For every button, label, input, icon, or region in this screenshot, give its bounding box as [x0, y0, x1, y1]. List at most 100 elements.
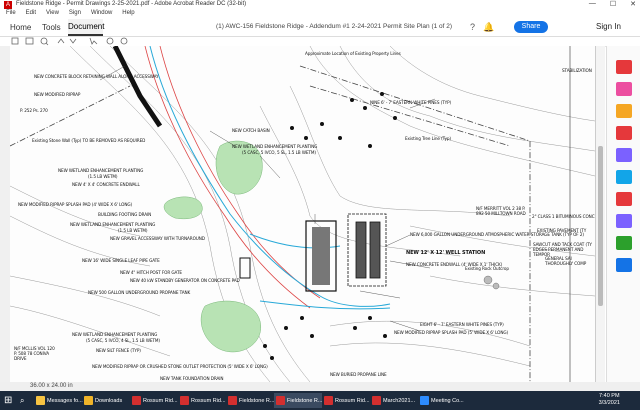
taskbar-item-fieldstone-2[interactable]: Fieldstone R...: [274, 393, 322, 408]
label-wetland-4-sub: (5 CASC, 5 IVCO, 4 SL, 1.5 LB WETM): [86, 338, 160, 343]
create-pdf-icon[interactable]: [616, 104, 632, 118]
label-parcel-left-2: N/F MCLLIS VOL 120 P. 508 78 CONIVA DRIV…: [14, 346, 55, 361]
start-button[interactable]: ⊞: [2, 393, 14, 408]
menu-help[interactable]: Help: [122, 10, 134, 19]
label-wetland-1-sub: (5 CASC, 5 IVCO, 5 SL, 1.5 LB WETM): [242, 150, 316, 155]
combine-files-icon[interactable]: [616, 148, 632, 162]
menu-bar: File Edit View Sign Window Help: [0, 10, 640, 19]
label-endwall-1: NEW 4' X 4' CONCRETE ENDWALL: [72, 182, 140, 187]
label-pines-1: NINE 6' - 7' EASTERN WHITE PINES (TYP): [370, 100, 452, 105]
taskbar-label: Downloads: [95, 397, 123, 404]
zoom-in-icon: [120, 37, 128, 45]
label-retaining-wall: NEW CONCRETE BLOCK RETAINING WALL ALONG …: [34, 74, 159, 79]
taskbar-label: Fieldstone R...: [287, 397, 323, 404]
label-gate: NEW 16' WIDE SINGLE LEAF PIPE GATE: [82, 258, 160, 263]
print-icon: [25, 37, 34, 45]
export-pdf-icon[interactable]: [616, 60, 632, 74]
taskbar-label: Rossum Rid...: [335, 397, 370, 404]
system-clock[interactable]: 7:40 PM 3/3/2021: [599, 393, 620, 407]
menu-view[interactable]: View: [46, 10, 59, 19]
label-rock-outcrop: Existing Rock Outcrop: [465, 266, 509, 271]
folder-icon: [84, 396, 93, 405]
label-general: GENERAL SAI THOROUGHLY COMP: [545, 256, 587, 266]
taskbar-item-messages[interactable]: Messages fo...: [34, 393, 83, 408]
mail-icon: [36, 396, 45, 405]
taskbar-label: Messages fo...: [47, 397, 83, 404]
label-propane-tank: NEW 500 GALLON UNDERGROUND PROPANE TANK: [88, 290, 191, 295]
label-tree-line: Existing Tree Line (Typ): [405, 136, 451, 141]
label-wetland-2: NEW WETLAND ENHANCEMENT PLANTING: [58, 168, 144, 173]
protect-icon[interactable]: [616, 214, 632, 228]
tab-tools[interactable]: Tools: [42, 23, 61, 32]
page-size-readout: 36.00 x 24.00 in: [30, 383, 73, 389]
search-button[interactable]: ⌕: [18, 393, 26, 408]
organize-pages-icon[interactable]: [616, 170, 632, 184]
menu-edit[interactable]: Edit: [26, 10, 36, 19]
pdf-page-view[interactable]: NEW CONCRETE BLOCK RETAINING WALL ALONG …: [10, 46, 596, 382]
pdf-icon: [228, 396, 237, 405]
label-footing-drain: BUILDING FOOTING DRAIN: [98, 212, 152, 217]
right-tools-panel: [606, 46, 640, 382]
taskbar-item-downloads[interactable]: Downloads: [82, 393, 130, 408]
window-title: Fieldstone Ridge - Permit Drawings 2-25-…: [16, 1, 247, 7]
vertical-scrollbar[interactable]: [596, 46, 605, 382]
more-tools-icon[interactable]: [616, 258, 632, 272]
sign-in-button[interactable]: Sign In: [596, 22, 621, 31]
taskbar-item-meeting[interactable]: Meeting Co...: [418, 393, 470, 408]
maximize-button[interactable]: ☐: [610, 0, 616, 8]
label-sawcut: SAWCUT AND TACK COAT (TY EDGES PERMANENT…: [533, 242, 592, 257]
label-splash-pad: NEW MODIFIED RIPRAP SPLASH PAD (4' WIDE …: [18, 202, 133, 207]
menu-sign[interactable]: Sign: [69, 10, 81, 19]
acrobat-app-icon: A: [4, 1, 12, 9]
search-icon: ⌕: [20, 395, 25, 405]
storage-tanks: [347, 213, 387, 287]
label-stone-wall: Existing Stone Wall (Typ) TO BE REMOVED …: [32, 138, 146, 143]
help-icon[interactable]: ?: [470, 22, 475, 33]
share-button[interactable]: Share: [514, 21, 548, 33]
taskbar-item-rossum-2[interactable]: Rossum Rid...: [178, 393, 226, 408]
minimize-button[interactable]: —: [589, 0, 596, 8]
send-review-icon[interactable]: [616, 236, 632, 250]
tab-document[interactable]: Document: [68, 19, 104, 36]
taskbar-item-rossum-3[interactable]: Rossum Rid...: [322, 393, 370, 408]
scroll-thumb[interactable]: [598, 146, 603, 306]
menu-window[interactable]: Window: [91, 10, 112, 19]
fill-sign-icon[interactable]: [616, 192, 632, 206]
taskbar-label: March2021...: [383, 397, 416, 404]
tab-home[interactable]: Home: [10, 23, 31, 32]
comment-icon[interactable]: [616, 126, 632, 140]
close-button[interactable]: ✕: [630, 0, 636, 8]
bell-icon[interactable]: 🔔: [483, 22, 494, 33]
taskbar-label: Fieldstone R...: [239, 397, 275, 404]
label-wetland-2-sub: (1.5 LB WETM): [88, 174, 118, 179]
label-property-lines: Approximate Location of Existing Propert…: [305, 51, 401, 56]
quick-tools-icons: [11, 37, 128, 46]
label-hitch-post: NEW 4" HITCH POST FOR GATE: [120, 270, 182, 275]
label-riprap-top: NEW MODIFIED RIPRAP: [34, 92, 81, 97]
rock-outcrop: [483, 275, 500, 290]
label-parcel-left: P. 252 Ps. 270: [20, 108, 48, 113]
label-wetland-1: NEW WETLAND ENHANCEMENT PLANTING: [232, 144, 318, 149]
taskbar-item-fieldstone-1[interactable]: Fieldstone R...: [226, 393, 274, 408]
select-icon: [89, 37, 98, 45]
taskbar-item-march2021[interactable]: March2021...: [370, 393, 418, 408]
pdf-icon: [372, 396, 381, 405]
window-controls: — ☐ ✕: [589, 0, 636, 8]
label-propane-line: NEW BURIED PROPANE LINE: [330, 372, 387, 377]
clock-time: 7:40 PM: [599, 393, 620, 399]
status-bar: 36.00 x 24.00 in: [0, 382, 640, 391]
pdf-icon: [276, 396, 285, 405]
save-icon: [11, 37, 19, 45]
label-generator: NEW 40 kW STANDBY GENERATOR ON CONCRETE …: [130, 278, 240, 283]
window-title-bar: A Fieldstone Ridge - Permit Drawings 2-2…: [0, 0, 640, 10]
taskbar-item-rossum-1[interactable]: Rossum Rid...: [130, 393, 178, 408]
menu-file[interactable]: File: [6, 10, 16, 19]
zoom-out-icon: [106, 37, 114, 45]
label-wetland-3-sub: (1.5 LB WETM): [118, 228, 148, 233]
prev-page-icon: [57, 38, 65, 44]
taskbar-label: Rossum Rid...: [143, 397, 178, 404]
edit-pdf-icon[interactable]: [616, 82, 632, 96]
label-parcel-right: N/F MERRITT VOL 2 38 P. 892 50 MILLTOWN …: [476, 206, 526, 216]
label-gravel-access: NEW GRAVEL ACCESSWAY WITH TURNAROUND: [110, 236, 205, 241]
taskbar: ⊞ ⌕ Messages fo... Downloads Rossum Rid.…: [0, 391, 640, 410]
